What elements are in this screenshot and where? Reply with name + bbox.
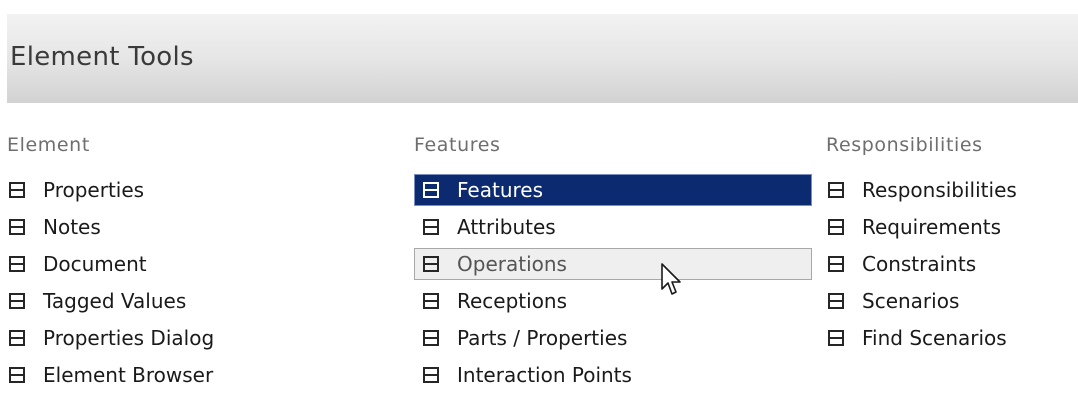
menu-item-label: Interaction Points <box>457 362 632 387</box>
menu-item-label: Scenarios <box>862 288 960 313</box>
responsibilities-column: Responsibilities Responsibilities Requir… <box>826 133 1078 356</box>
panel-icon <box>9 218 25 235</box>
panel-icon <box>828 218 844 235</box>
panel-icon <box>9 292 25 309</box>
panel-icon <box>423 181 439 198</box>
menu-item-document[interactable]: Document <box>7 245 387 282</box>
menu-item-label: Find Scenarios <box>862 325 1007 350</box>
panel-icon <box>423 329 439 346</box>
menu-item-find-scenarios[interactable]: Find Scenarios <box>826 319 1078 356</box>
menu-item-label: Receptions <box>457 288 568 313</box>
menu-item-label: Features <box>457 177 543 202</box>
panel-icon <box>828 329 844 346</box>
menu-item-receptions[interactable]: Receptions <box>414 282 814 319</box>
panel-icon <box>9 255 25 272</box>
menu-item-label: Parts / Properties <box>457 325 628 350</box>
menu-item-attributes[interactable]: Attributes <box>414 208 814 245</box>
menu-item-operations[interactable]: Operations <box>414 245 814 282</box>
menu-item-label: Properties Dialog <box>43 325 215 350</box>
panel-icon <box>9 366 25 383</box>
menu-item-tagged-values[interactable]: Tagged Values <box>7 282 387 319</box>
menu-item-interaction-points[interactable]: Interaction Points <box>414 356 814 393</box>
panel-icon <box>828 181 844 198</box>
menu-item-label: Element Browser <box>43 362 214 387</box>
menu-item-constraints[interactable]: Constraints <box>826 245 1078 282</box>
menu-item-properties-dialog[interactable]: Properties Dialog <box>7 319 387 356</box>
panel-icon <box>423 366 439 383</box>
menu-item-properties[interactable]: Properties <box>7 171 387 208</box>
panel-icon <box>423 218 439 235</box>
panel-icon <box>9 329 25 346</box>
menu-item-notes[interactable]: Notes <box>7 208 387 245</box>
responsibilities-column-heading: Responsibilities <box>826 134 983 156</box>
menu-item-label: Properties <box>43 177 145 202</box>
menu-item-label: Document <box>43 251 147 276</box>
menu-item-label: Requirements <box>862 214 1002 239</box>
menu-item-requirements[interactable]: Requirements <box>826 208 1078 245</box>
menu-item-label: Constraints <box>862 251 977 276</box>
panel-icon <box>423 255 439 272</box>
menu-item-responsibilities[interactable]: Responsibilities <box>826 171 1078 208</box>
menu-item-element-browser[interactable]: Element Browser <box>7 356 387 393</box>
element-column-heading: Element <box>7 134 90 156</box>
menu-item-scenarios[interactable]: Scenarios <box>826 282 1078 319</box>
menu-item-parts-properties[interactable]: Parts / Properties <box>414 319 814 356</box>
menu-item-label: Responsibilities <box>862 177 1017 202</box>
features-column-heading: Features <box>414 134 501 156</box>
menu-item-label: Operations <box>457 251 567 276</box>
element-column: Element Properties Notes Document Tagged… <box>7 133 387 393</box>
menu-item-features[interactable]: Features <box>414 171 814 208</box>
menu-item-label: Tagged Values <box>43 288 187 313</box>
mouse-pointer-icon <box>661 263 681 295</box>
panel-icon <box>423 292 439 309</box>
panel-icon <box>828 255 844 272</box>
features-column: Features Features Attributes Operations … <box>414 133 814 393</box>
panel-icon <box>828 292 844 309</box>
panel-icon <box>9 181 25 198</box>
menu-item-label: Notes <box>43 214 101 239</box>
menu-item-label: Attributes <box>457 214 556 239</box>
element-tools-header: Element Tools <box>7 14 1078 103</box>
page-title: Element Tools <box>10 42 194 72</box>
